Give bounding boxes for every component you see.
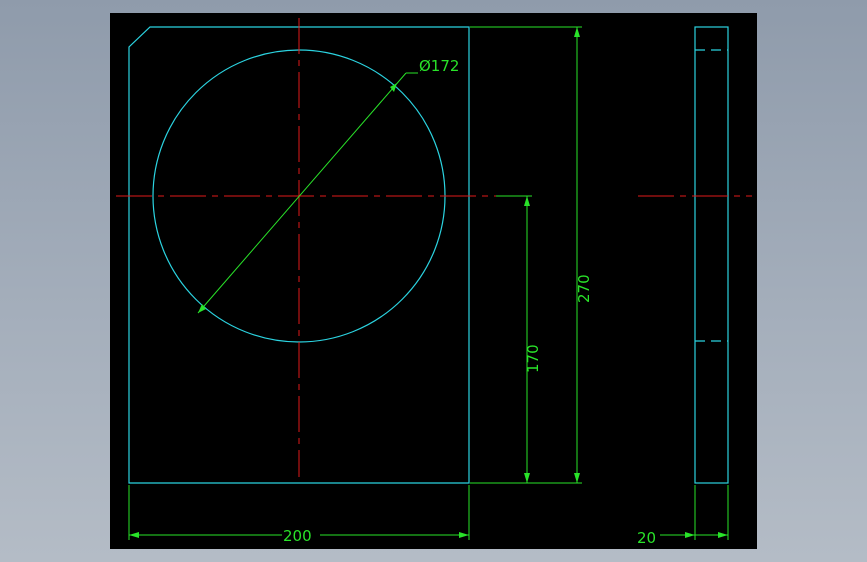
diameter-dimension: Ø172 — [197, 57, 459, 314]
front-view — [116, 18, 497, 484]
height-total-label: 270 — [575, 274, 593, 303]
side-outline — [694, 26, 729, 484]
cad-viewport[interactable]: Ø172 270 170 200 20 — [110, 13, 757, 549]
drawing-canvas: Ø172 270 170 200 20 — [116, 18, 752, 547]
diameter-label: Ø172 — [419, 57, 459, 75]
width-label: 200 — [283, 527, 312, 545]
side-view — [638, 26, 752, 484]
width-dimension: 200 — [128, 485, 470, 545]
height-center-dimension: 170 — [470, 195, 542, 484]
thickness-dimension: 20 — [637, 485, 729, 547]
thickness-label: 20 — [637, 529, 656, 547]
height-total-dimension: 270 — [470, 26, 593, 484]
height-center-label: 170 — [524, 344, 542, 373]
